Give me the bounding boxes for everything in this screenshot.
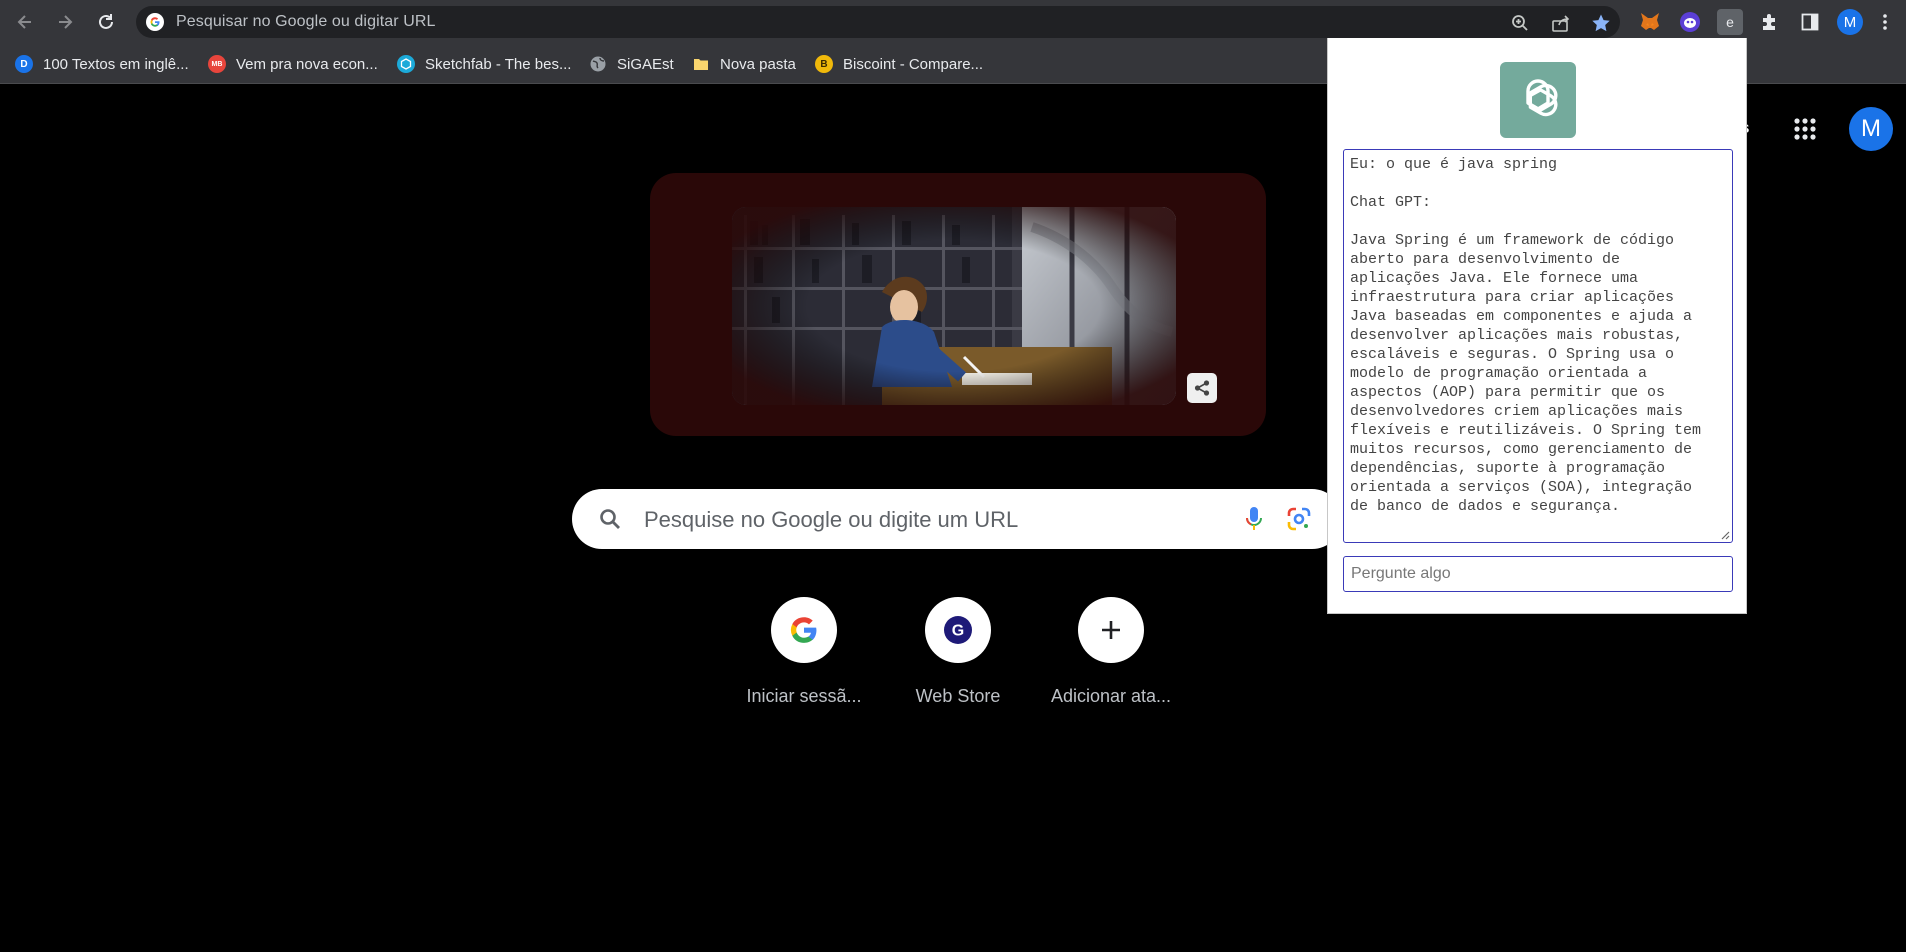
share-page-icon[interactable] bbox=[1551, 13, 1571, 33]
chatgpt-extension-icon[interactable]: e bbox=[1717, 9, 1743, 35]
web-store-icon: G bbox=[944, 616, 972, 644]
shortcut-tile[interactable]: Iniciar sessã... bbox=[739, 597, 869, 707]
shortcut-label: Web Store bbox=[915, 686, 1001, 706]
chatgpt-logo-icon bbox=[1500, 62, 1576, 138]
bookmark-item[interactable]: SiGAEst bbox=[589, 52, 674, 76]
omnibox-placeholder: Pesquisar no Google ou digitar URL bbox=[176, 13, 436, 30]
ask-input[interactable] bbox=[1344, 557, 1732, 591]
shortcut-tile[interactable]: Adicionar ata... bbox=[1046, 597, 1176, 707]
bookmark-label: SiGAEst bbox=[617, 55, 674, 73]
arrow-right-icon bbox=[59, 15, 73, 29]
resize-handle-icon[interactable] bbox=[1720, 530, 1730, 540]
arrow-left-icon bbox=[17, 15, 31, 29]
bookmark-mb-icon: MB bbox=[208, 55, 226, 73]
e-letter-icon: e bbox=[1726, 14, 1734, 30]
google-g-icon bbox=[790, 617, 817, 643]
bookmark-item[interactable]: Sketchfab - The bes... bbox=[397, 52, 571, 76]
zoom-icon[interactable] bbox=[1510, 13, 1530, 33]
google-apps-icon[interactable] bbox=[1793, 117, 1817, 141]
bookmark-item[interactable]: MB Vem pra nova econ... bbox=[208, 52, 378, 76]
search-placeholder: Pesquise no Google ou digite um URL bbox=[644, 507, 1019, 532]
ask-input-wrapper bbox=[1343, 556, 1733, 592]
google-lens-icon[interactable] bbox=[1286, 506, 1312, 532]
bookmark-label: Vem pra nova econ... bbox=[236, 55, 378, 73]
plus-icon bbox=[1102, 621, 1120, 639]
google-g-icon bbox=[146, 13, 164, 31]
chatgpt-extension-popup: Eu: o que é java spring Chat GPT: Java S… bbox=[1327, 38, 1747, 614]
bookmark-label: Sketchfab - The bes... bbox=[425, 55, 572, 73]
shortcut-icon-circle bbox=[1078, 597, 1144, 663]
bookmark-d-icon: D bbox=[15, 55, 33, 73]
bookmark-label: Biscoint - Compare... bbox=[843, 55, 984, 73]
google-doodle[interactable] bbox=[650, 173, 1266, 436]
google-account-button[interactable]: M bbox=[1849, 107, 1893, 151]
chat-output-textarea[interactable]: Eu: o que é java spring Chat GPT: Java S… bbox=[1343, 149, 1733, 543]
metamask-icon[interactable] bbox=[1637, 9, 1663, 35]
shortcut-tile[interactable]: G Web Store bbox=[893, 597, 1023, 707]
ntp-search-box[interactable]: Pesquise no Google ou digite um URL bbox=[572, 489, 1342, 549]
reload-icon bbox=[99, 14, 113, 29]
svg-text:G: G bbox=[952, 623, 964, 640]
chat-transcript: Eu: o que é java spring Chat GPT: Java S… bbox=[1350, 156, 1702, 515]
bookmark-item[interactable]: B Biscoint - Compare... bbox=[815, 52, 983, 76]
shortcut-icon-circle: G bbox=[925, 597, 991, 663]
share-icon bbox=[1194, 380, 1210, 396]
doodle-illustration bbox=[732, 207, 1176, 405]
browser-window: Pesquisar no Google ou digitar URL e M D… bbox=[0, 0, 1906, 952]
reload-button[interactable] bbox=[92, 8, 120, 36]
profile-avatar[interactable]: M bbox=[1837, 9, 1863, 35]
shortcut-label: Iniciar sessã... bbox=[746, 686, 862, 706]
bookmark-item[interactable]: D 100 Textos em inglê... bbox=[15, 52, 189, 76]
bookmark-label: Nova pasta bbox=[720, 55, 796, 73]
folder-icon bbox=[692, 55, 710, 73]
bookmark-label: 100 Textos em inglê... bbox=[43, 55, 189, 73]
sketchfab-icon bbox=[397, 55, 415, 73]
bookmark-star-icon[interactable] bbox=[1591, 13, 1611, 33]
bookmark-folder[interactable]: Nova pasta bbox=[692, 52, 796, 76]
menu-kebab-icon[interactable] bbox=[1877, 9, 1893, 35]
forward-button[interactable] bbox=[51, 8, 79, 36]
search-icon bbox=[600, 509, 620, 529]
microphone-icon[interactable] bbox=[1242, 505, 1266, 533]
shortcut-icon-circle bbox=[771, 597, 837, 663]
doodle-share-button[interactable] bbox=[1187, 373, 1217, 403]
biscoint-icon: B bbox=[815, 55, 833, 73]
shortcut-label: Adicionar ata... bbox=[1050, 686, 1172, 706]
extension-ghost-icon[interactable] bbox=[1677, 9, 1703, 35]
extensions-puzzle-icon[interactable] bbox=[1757, 9, 1783, 35]
globe-icon bbox=[589, 55, 607, 73]
omnibox[interactable]: Pesquisar no Google ou digitar URL bbox=[136, 6, 1620, 38]
side-panel-icon[interactable] bbox=[1797, 9, 1823, 35]
back-button[interactable] bbox=[11, 8, 39, 36]
